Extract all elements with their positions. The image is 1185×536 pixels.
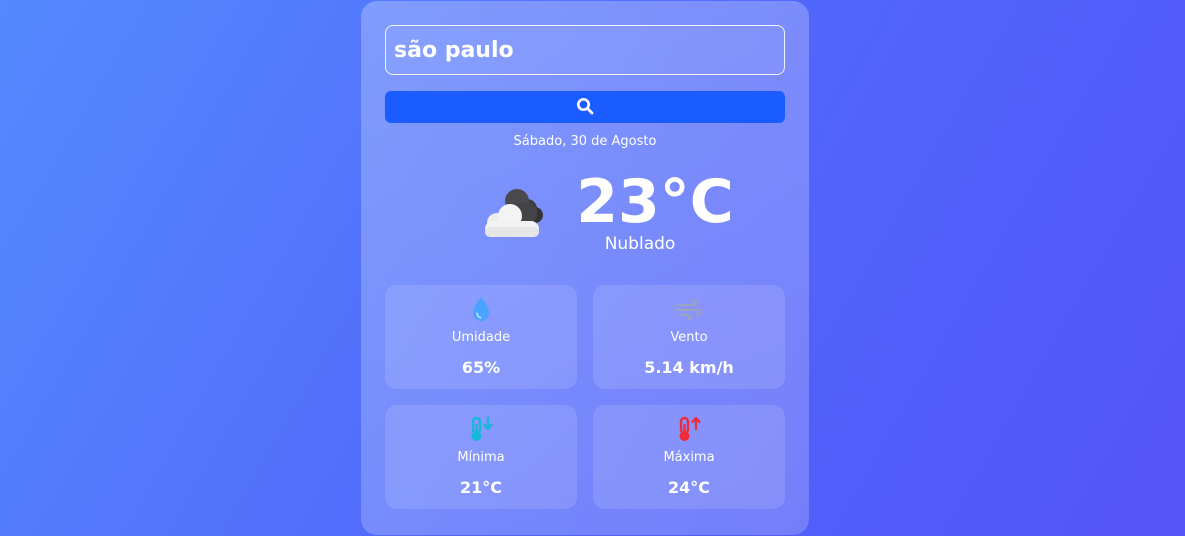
cloudy-icon xyxy=(475,183,549,239)
current-temperature: 23°C xyxy=(576,167,734,237)
wind-value: 5.14 km/h xyxy=(644,358,734,377)
current-weather: 23°C Nublado xyxy=(385,159,785,279)
min-temp-label: Mínima xyxy=(457,450,505,465)
max-temp-value: 24°C xyxy=(667,478,710,497)
search-button[interactable] xyxy=(385,91,785,123)
max-temp-label: Máxima xyxy=(663,450,715,465)
humidity-tile: Umidade 65% xyxy=(385,285,577,389)
wind-icon xyxy=(675,295,703,323)
thermometer-down-icon xyxy=(467,415,495,443)
weather-condition: Nublado xyxy=(604,234,676,254)
wind-label: Vento xyxy=(670,330,708,345)
thermometer-up-icon xyxy=(675,415,703,443)
min-temp-tile: Mínima 21°C xyxy=(385,405,577,509)
wind-tile: Vento 5.14 km/h xyxy=(593,285,785,389)
weather-card: Sábado, 30 de Agosto 23°C Nublado xyxy=(361,1,809,535)
min-temp-value: 21°C xyxy=(459,478,502,497)
max-temp-tile: Máxima 24°C xyxy=(593,405,785,509)
city-search-input[interactable] xyxy=(385,25,785,75)
search-icon xyxy=(576,97,594,118)
weather-details: Umidade 65% Vento 5.14 km/h Mínima 21°C … xyxy=(385,285,785,509)
humidity-label: Umidade xyxy=(451,330,511,345)
water-drop-icon xyxy=(467,295,495,323)
current-date: Sábado, 30 de Agosto xyxy=(513,134,657,149)
humidity-value: 65% xyxy=(461,358,501,377)
